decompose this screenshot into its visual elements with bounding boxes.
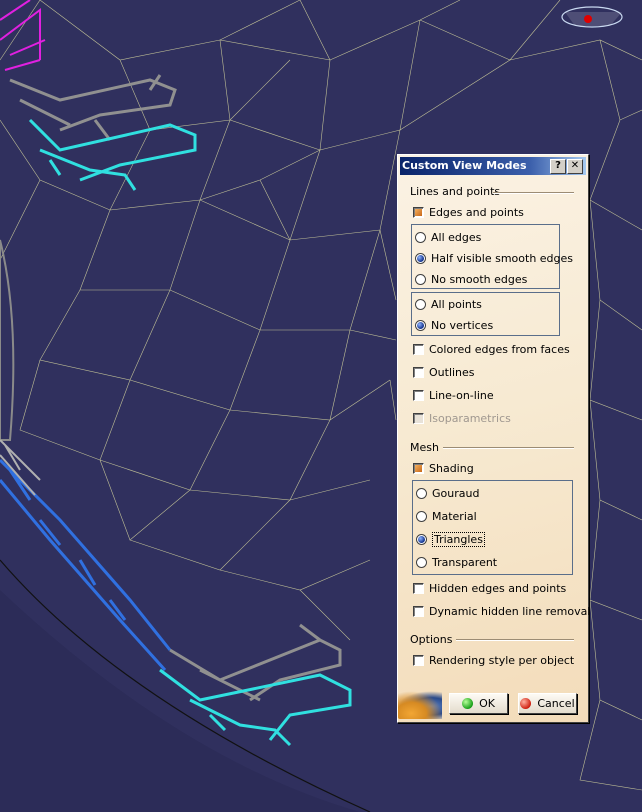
colored-edges-label: Colored edges from faces: [429, 342, 570, 356]
red-dot-icon: [520, 698, 532, 709]
radio-label: All points: [431, 297, 482, 311]
cyan-part-top: [28, 118, 197, 191]
hidden-edges-checkbox[interactable]: Hidden edges and points: [413, 580, 566, 596]
radio-label: Material: [432, 509, 477, 523]
isoparametrics-checkbox: Isoparametrics: [413, 410, 511, 426]
radio-icon: [416, 510, 427, 522]
checkbox-icon: [413, 343, 424, 355]
rendering-style-label: Rendering style per object: [429, 653, 575, 667]
checkbox-icon: [413, 605, 424, 617]
dynamic-hidden-label: Dynamic hidden line removal: [429, 604, 591, 618]
ok-label: OK: [479, 697, 495, 710]
checkbox-checked-icon: [413, 462, 424, 474]
ok-button[interactable]: OK: [449, 693, 508, 714]
cancel-button[interactable]: Cancel: [518, 693, 577, 714]
section-divider: [456, 639, 574, 641]
gray-rim-structure: [0, 239, 15, 441]
dynamic-hidden-line-checkbox[interactable]: Dynamic hidden line removal: [413, 603, 590, 619]
hidden-edges-label: Hidden edges and points: [429, 581, 567, 595]
dialog-title: Custom View Modes: [402, 159, 527, 172]
shading-label: Shading: [429, 461, 474, 475]
radio-icon: [415, 273, 426, 285]
edges-and-points-label: Edges and points: [429, 205, 524, 219]
radio-label: Transparent: [432, 555, 498, 569]
help-button[interactable]: ?: [550, 159, 566, 174]
checkbox-icon: [413, 654, 424, 666]
rendering-style-checkbox[interactable]: Rendering style per object: [413, 652, 574, 668]
shading-checkbox[interactable]: Shading: [413, 460, 474, 476]
radio-transparent[interactable]: Transparent: [416, 554, 497, 570]
line-on-line-checkbox[interactable]: Line-on-line: [413, 387, 494, 403]
checkbox-disabled-icon: [413, 412, 424, 424]
custom-view-modes-dialog: Custom View Modes ? ✕ Lines and points E…: [397, 154, 590, 723]
radio-icon: [415, 231, 426, 243]
magenta-part: [0, 0, 46, 71]
checkbox-checked-icon: [413, 206, 424, 218]
radio-label: Triangles: [432, 531, 485, 547]
radio-label: No smooth edges: [431, 272, 528, 286]
close-button[interactable]: ✕: [567, 159, 583, 174]
radio-triangles[interactable]: Triangles: [416, 531, 485, 547]
radio-icon: [416, 556, 427, 568]
isoparametrics-label: Isoparametrics: [429, 411, 511, 425]
colored-edges-checkbox[interactable]: Colored edges from faces: [413, 341, 570, 357]
radio-all-points[interactable]: All points: [415, 296, 482, 312]
green-dot-icon: [462, 698, 474, 709]
mesh-section-label: Mesh: [410, 441, 439, 454]
radio-half-visible-smooth-edges[interactable]: Half visible smooth edges: [415, 250, 573, 266]
section-divider: [443, 447, 574, 449]
checkbox-icon: [413, 582, 424, 594]
radio-selected-icon: [415, 252, 426, 264]
radio-label: All edges: [431, 230, 482, 244]
compass-icon[interactable]: [561, 6, 623, 28]
radio-all-edges[interactable]: All edges: [415, 229, 481, 245]
lines-section-label: Lines and points: [410, 185, 501, 198]
radio-icon: [415, 298, 426, 310]
edges-and-points-checkbox[interactable]: Edges and points: [413, 204, 524, 220]
catia-logo-icon: [398, 691, 442, 719]
outer-region: [0, 590, 360, 812]
line-on-line-label: Line-on-line: [429, 388, 494, 402]
radio-icon: [416, 487, 427, 499]
cyan-part-bottom: [159, 668, 352, 747]
radio-label: Gouraud: [432, 486, 480, 500]
dialog-title-bar[interactable]: Custom View Modes ? ✕: [400, 157, 586, 175]
radio-gouraud[interactable]: Gouraud: [416, 485, 479, 501]
outlines-label: Outlines: [429, 365, 475, 379]
radio-selected-icon: [416, 533, 427, 545]
outlines-checkbox[interactable]: Outlines: [413, 364, 475, 380]
checkbox-icon: [413, 389, 424, 401]
cancel-label: Cancel: [537, 697, 575, 710]
radio-material[interactable]: Material: [416, 508, 477, 524]
section-divider: [493, 192, 574, 194]
options-section-label: Options: [410, 633, 453, 646]
radio-label: No vertices: [431, 318, 494, 332]
radio-label: Half visible smooth edges: [431, 251, 574, 265]
radio-no-smooth-edges[interactable]: No smooth edges: [415, 271, 527, 287]
radio-no-vertices[interactable]: No vertices: [415, 317, 493, 333]
radio-selected-icon: [415, 319, 426, 331]
checkbox-icon: [413, 366, 424, 378]
